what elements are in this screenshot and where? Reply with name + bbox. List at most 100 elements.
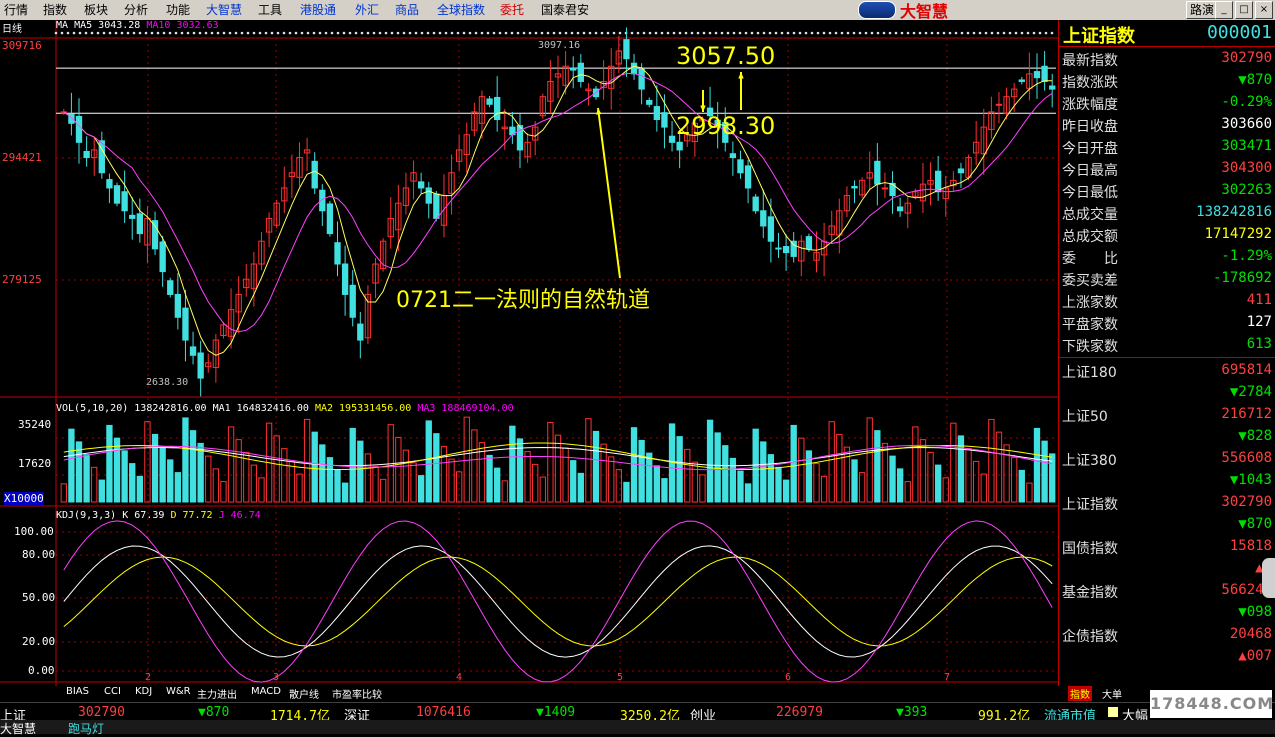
- menu-item[interactable]: 功能: [166, 2, 190, 18]
- menu-item[interactable]: 指数: [43, 2, 67, 18]
- candle-body: [668, 135, 676, 143]
- volume-bar: [889, 455, 896, 503]
- info-dot: [738, 31, 742, 35]
- candle-body: [349, 284, 356, 318]
- kline-chart[interactable]: [0, 20, 1058, 686]
- volume-bar: [851, 459, 858, 503]
- info-dot: [1002, 31, 1006, 35]
- info-dot: [174, 31, 178, 35]
- index-change: ▼870: [1238, 516, 1272, 532]
- side-expand-icon[interactable]: [1262, 558, 1275, 598]
- candle-body: [760, 210, 767, 227]
- candle-body: [623, 39, 630, 60]
- indicator-tab[interactable]: 主力进出: [197, 686, 237, 701]
- quote-label: 今日最低: [1062, 185, 1118, 201]
- ticker-marquee[interactable]: 跑马灯: [68, 720, 104, 737]
- candle-body: [570, 68, 577, 71]
- candle-body: [113, 185, 121, 204]
- info-dot: [450, 31, 454, 35]
- indicator-tab[interactable]: KDJ: [135, 686, 152, 697]
- x-tick: 2: [145, 672, 152, 683]
- candle-body: [494, 96, 501, 121]
- candle-body: [1049, 85, 1056, 90]
- candle-body: [167, 280, 174, 295]
- candle-body: [737, 159, 744, 174]
- index-row[interactable]: 国债指数15818▲0: [1059, 536, 1275, 580]
- info-dot: [216, 31, 220, 35]
- index-row[interactable]: 上证180 695814 ▼2784: [1059, 360, 1275, 404]
- index-row[interactable]: 上证50 216712 ▼828: [1059, 404, 1275, 448]
- info-dot: [132, 31, 136, 35]
- volume-bar: [189, 430, 197, 503]
- index-label: 国债指数: [1062, 541, 1118, 557]
- indicator-tab[interactable]: MACD: [251, 686, 281, 697]
- info-dot: [1038, 31, 1042, 35]
- x-tick: 5: [617, 672, 624, 683]
- info-dot: [972, 31, 976, 35]
- info-dot: [204, 31, 208, 35]
- candle-body: [646, 99, 653, 105]
- info-dot: [708, 31, 712, 35]
- indicator-tab[interactable]: BIAS: [66, 686, 89, 697]
- quote-row: 总成交额 17147292: [1059, 224, 1275, 246]
- volume-bar: [570, 460, 577, 503]
- menu-item[interactable]: 板块: [84, 2, 108, 18]
- index-row[interactable]: 上证380 556608 ▼1043: [1059, 448, 1275, 492]
- period-label: 日线: [2, 24, 22, 35]
- maximize-button[interactable]: □: [1235, 1, 1253, 19]
- route-button[interactable]: 路演: [1186, 1, 1219, 19]
- indicator-tab[interactable]: 散户线: [289, 686, 319, 701]
- info-dot: [534, 31, 538, 35]
- menu-item[interactable]: 国泰君安: [541, 2, 589, 18]
- indicator-tab[interactable]: 市盈率比较: [332, 686, 382, 701]
- volume-bar: [68, 428, 75, 503]
- volume-bar: [83, 454, 90, 503]
- minimize-button[interactable]: _: [1215, 1, 1233, 19]
- menu-item[interactable]: 大智慧: [206, 2, 242, 18]
- info-dot: [486, 31, 490, 35]
- menu-item[interactable]: 外汇: [355, 2, 379, 18]
- info-dot: [192, 31, 196, 35]
- menu-item[interactable]: 港股通: [300, 2, 336, 18]
- info-dot: [948, 31, 952, 35]
- volume-bar: [767, 454, 775, 503]
- candle-body: [311, 160, 318, 189]
- info-dot: [894, 31, 898, 35]
- indicator-tab[interactable]: CCI: [104, 686, 121, 697]
- quote-label: 涨跌幅度: [1062, 97, 1118, 113]
- menu-item[interactable]: 全球指数: [437, 2, 485, 18]
- info-dot: [300, 31, 304, 35]
- close-button[interactable]: ×: [1255, 1, 1273, 19]
- low-label: 2638.30: [146, 377, 189, 388]
- menu-item[interactable]: 委托: [500, 2, 524, 18]
- index-value: 15818: [1229, 538, 1272, 554]
- indicator-tab[interactable]: W&R: [166, 686, 191, 697]
- volume-bar: [722, 445, 729, 503]
- menu-item[interactable]: 商品: [395, 2, 419, 18]
- index-row[interactable]: 基金指数 566247 ▼098: [1059, 580, 1275, 624]
- info-dot: [852, 31, 856, 35]
- candle-body: [661, 112, 668, 128]
- info-dot: [786, 31, 790, 35]
- info-dot: [306, 31, 310, 35]
- info-dot: [540, 31, 544, 35]
- menu-item[interactable]: 工具: [258, 2, 282, 18]
- menu-item[interactable]: 行情: [4, 2, 28, 18]
- tab-index[interactable]: 指数: [1068, 686, 1092, 701]
- candle-body: [174, 293, 182, 318]
- index-row[interactable]: 上证指数 302790 ▼870: [1059, 492, 1275, 536]
- quote-value: 17147292: [1204, 226, 1272, 242]
- volume-bar: [319, 444, 326, 503]
- info-dot: [462, 31, 466, 35]
- info-dot: [90, 31, 94, 35]
- candle-body: [136, 213, 143, 235]
- candle-body: [744, 165, 752, 189]
- info-dot: [714, 31, 718, 35]
- info-dot: [864, 31, 868, 35]
- candle-body: [75, 115, 83, 143]
- kline-chart-area[interactable]: 日线 MA MA5 3043.28 MA10 3032.63 309716 29…: [0, 20, 1058, 686]
- index-row[interactable]: 企债指数 20468 ▲007: [1059, 624, 1275, 668]
- tab-big-order[interactable]: 大单: [1102, 686, 1122, 701]
- menu-item[interactable]: 分析: [124, 2, 148, 18]
- info-dot: [1050, 31, 1054, 35]
